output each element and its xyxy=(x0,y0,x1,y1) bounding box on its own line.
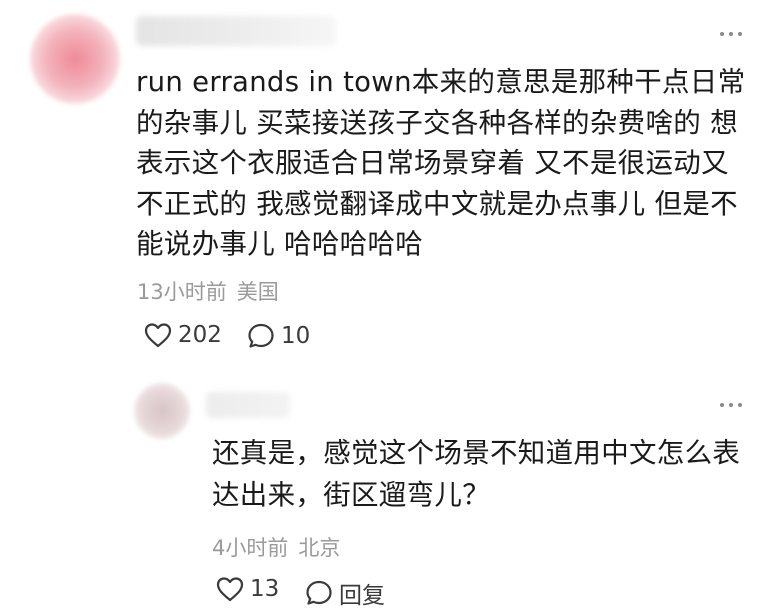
reply-location: 北京 xyxy=(298,536,341,560)
reply-text: 还真是，感觉这个场景不知道用中文怎么表达出来，街区遛弯儿？ xyxy=(212,437,741,511)
reply-time: 4小时前 xyxy=(212,536,289,560)
reply-meta: 4小时前 北京 xyxy=(212,532,340,562)
comment-meta: 13小时前 美国 xyxy=(137,276,279,306)
heart-outline-icon xyxy=(144,323,172,348)
avatar[interactable] xyxy=(30,14,120,104)
like-button[interactable]: 202 xyxy=(144,322,222,348)
reply-avatar[interactable] xyxy=(134,383,190,439)
more-dots-icon[interactable] xyxy=(714,24,748,44)
reply-count: 10 xyxy=(281,323,311,349)
reply-label: 回复 xyxy=(339,583,385,609)
reply-like-count: 13 xyxy=(250,576,280,602)
comment-time: 13小时前 xyxy=(137,280,227,304)
like-count: 202 xyxy=(178,322,222,348)
comment-location: 美国 xyxy=(236,280,279,304)
comment-thread: run errands in town本来的意思是那种干点日常的杂事儿 买菜接送… xyxy=(0,0,770,614)
speech-bubble-icon xyxy=(306,580,332,605)
username-blurred[interactable] xyxy=(136,16,336,46)
reply-reply-button[interactable]: 回复 xyxy=(305,576,385,610)
reply-like-button[interactable]: 13 xyxy=(216,576,279,602)
reply-more-dots-icon[interactable] xyxy=(714,395,748,415)
comment-text: run errands in town本来的意思是那种干点日常的杂事儿 买菜接送… xyxy=(136,66,746,260)
speech-bubble-icon xyxy=(248,323,274,348)
heart-outline-icon xyxy=(216,577,244,602)
reply-button[interactable]: 10 xyxy=(247,322,310,350)
reply-username-blurred[interactable] xyxy=(206,392,290,418)
